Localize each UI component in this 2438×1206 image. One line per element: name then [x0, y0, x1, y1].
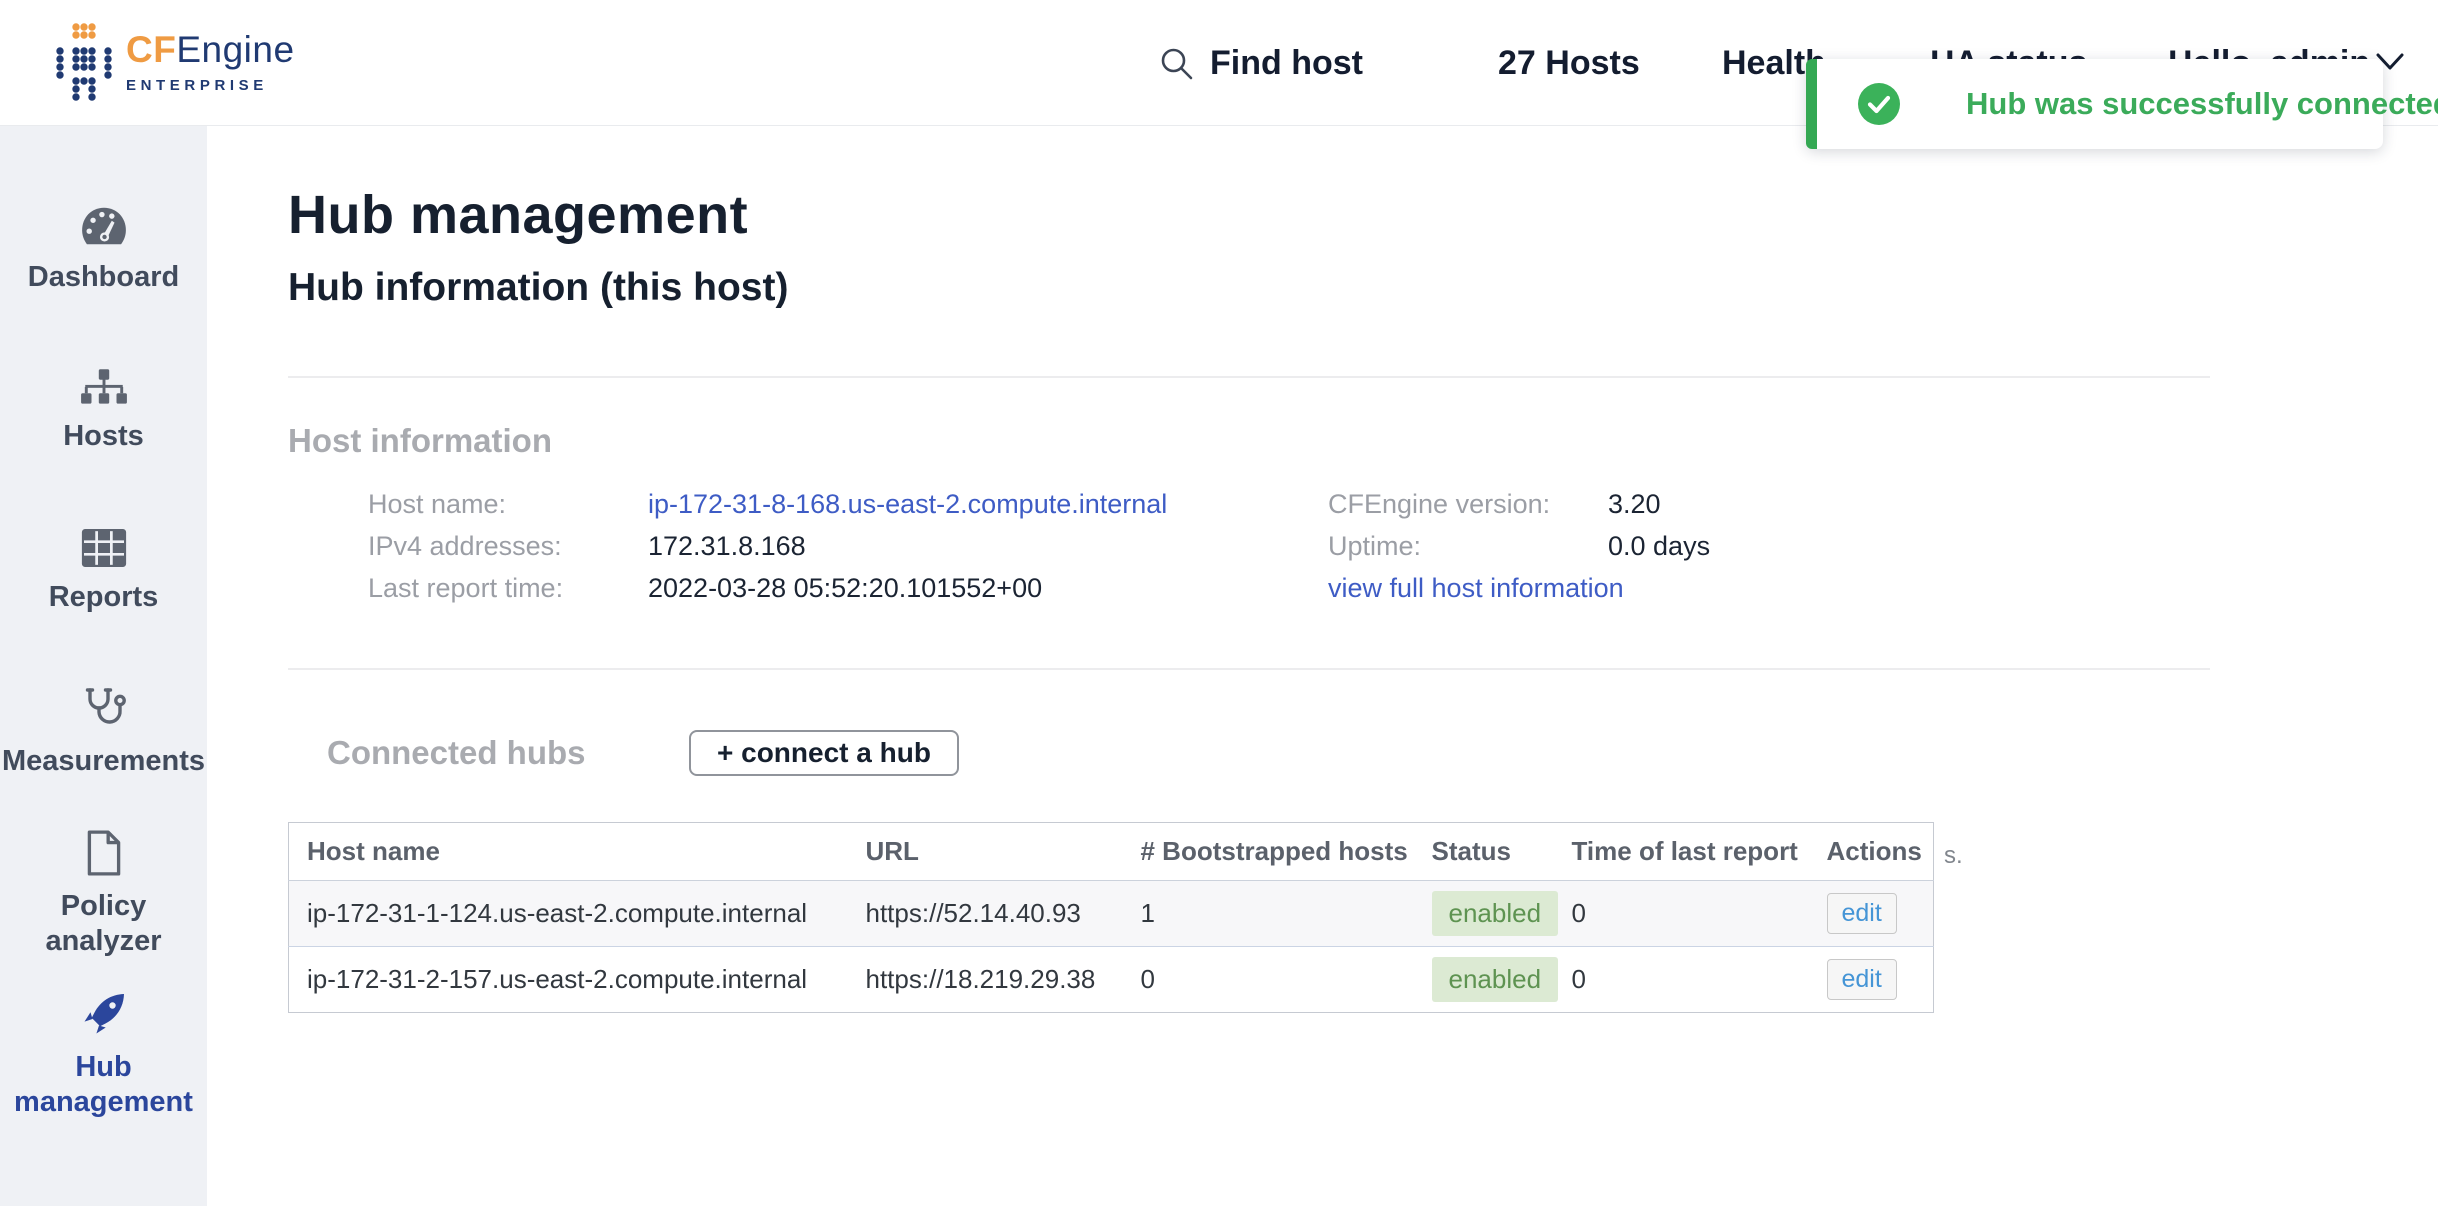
- cfengine-robot-icon: [56, 22, 112, 102]
- col-bootstrapped: # Bootstrapped hosts: [1141, 823, 1432, 881]
- find-host-label: Find host: [1210, 44, 1363, 83]
- cell-last-report: 0: [1572, 881, 1827, 947]
- cfengine-logo[interactable]: CFEngine ENTERPRISE: [56, 22, 295, 102]
- rocket-icon: [80, 990, 128, 1038]
- success-check-icon: [1858, 83, 1900, 125]
- ipv4-label: IPv4 addresses:: [368, 531, 562, 562]
- table-header-row: Host name URL # Bootstrapped hosts Statu…: [289, 823, 1934, 881]
- table-row: ip-172-31-2-157.us-east-2.compute.intern…: [289, 947, 1934, 1013]
- cell-bootstrapped: 1: [1141, 881, 1432, 947]
- divider: [288, 668, 2210, 670]
- col-last-report: Time of last report: [1572, 823, 1827, 881]
- page-title: Hub management: [288, 184, 748, 246]
- status-badge: enabled: [1432, 957, 1559, 1002]
- toast-accent-bar: [1806, 59, 1817, 149]
- cell-last-report: 0: [1572, 947, 1827, 1013]
- find-host-search[interactable]: Find host: [1160, 44, 1363, 83]
- sidebar: Dashboard Hosts: [0, 126, 207, 1206]
- col-actions: Actions: [1827, 823, 1934, 881]
- col-host-name: Host name: [289, 823, 866, 881]
- table-icon: [80, 528, 128, 568]
- sidebar-item-hosts[interactable]: Hosts: [0, 330, 207, 491]
- sidebar-item-label: Reports: [45, 580, 163, 614]
- host-information-heading: Host information: [288, 422, 552, 460]
- last-report-value: 2022-03-28 05:52:20.101552+00: [648, 573, 1042, 604]
- cell-host-name: ip-172-31-2-157.us-east-2.compute.intern…: [289, 947, 866, 1013]
- gauge-icon: [79, 204, 129, 248]
- logo-text: CFEngine ENTERPRISE: [126, 30, 295, 94]
- uptime-label: Uptime:: [1328, 531, 1421, 562]
- view-full-host-info-link[interactable]: view full host information: [1328, 573, 1624, 604]
- col-status: Status: [1432, 823, 1572, 881]
- sidebar-item-policy-analyzer[interactable]: Policy analyzer: [0, 813, 207, 974]
- connected-hubs-table: Host name URL # Bootstrapped hosts Statu…: [288, 822, 1934, 1013]
- edit-button[interactable]: edit: [1827, 959, 1897, 1000]
- sidebar-item-hub-management[interactable]: Hub management: [0, 974, 207, 1135]
- sidebar-item-measurements[interactable]: Measurements: [0, 652, 207, 813]
- file-icon: [83, 829, 125, 877]
- edit-button[interactable]: edit: [1827, 893, 1897, 934]
- cell-url: https://52.14.40.93: [866, 881, 1141, 947]
- connect-a-hub-button[interactable]: + connect a hub: [689, 730, 959, 776]
- uptime-value: 0.0 days: [1608, 531, 1710, 562]
- sidebar-item-label: Hub management: [0, 1050, 207, 1118]
- col-url: URL: [866, 823, 1141, 881]
- table-row: ip-172-31-1-124.us-east-2.compute.intern…: [289, 881, 1934, 947]
- sidebar-item-reports[interactable]: Reports: [0, 491, 207, 652]
- logo-subtitle: ENTERPRISE: [126, 77, 295, 94]
- cfengine-version-label: CFEngine version:: [1328, 489, 1550, 520]
- connected-hubs-heading: Connected hubs: [327, 734, 586, 772]
- stethoscope-icon: [80, 686, 128, 732]
- sidebar-item-label: Dashboard: [24, 260, 183, 294]
- sidebar-item-label: Hosts: [59, 419, 148, 453]
- status-badge: enabled: [1432, 891, 1559, 936]
- host-name-label: Host name:: [368, 489, 506, 520]
- logo-cf: CF: [126, 29, 176, 70]
- overflow-text-fragment: s.: [1944, 842, 1963, 870]
- divider: [288, 376, 2210, 378]
- nav-hosts-count[interactable]: 27 Hosts: [1498, 44, 1640, 83]
- toast-message: Hub was successfully connected: [1966, 86, 2438, 122]
- sidebar-item-label: Policy analyzer: [0, 889, 207, 957]
- cell-url: https://18.219.29.38: [866, 947, 1141, 1013]
- cell-bootstrapped: 0: [1141, 947, 1432, 1013]
- sitemap-icon: [79, 367, 129, 407]
- main-content: Hub management Hub information (this hos…: [207, 126, 2438, 1206]
- sidebar-item-dashboard[interactable]: Dashboard: [0, 169, 207, 330]
- cell-host-name: ip-172-31-1-124.us-east-2.compute.intern…: [289, 881, 866, 947]
- last-report-label: Last report time:: [368, 573, 563, 604]
- sidebar-item-label: Measurements: [0, 744, 209, 778]
- host-name-link[interactable]: ip-172-31-8-168.us-east-2.compute.intern…: [648, 489, 1167, 520]
- cfengine-version-value: 3.20: [1608, 489, 1661, 520]
- ipv4-value: 172.31.8.168: [648, 531, 806, 562]
- app-root: CFEngine ENTERPRISE Find host 27 Hosts H…: [0, 0, 2438, 1206]
- logo-engine: Engine: [176, 29, 294, 70]
- success-toast[interactable]: Hub was successfully connected: [1806, 59, 2383, 149]
- page-subtitle: Hub information (this host): [288, 266, 788, 310]
- search-icon: [1160, 47, 1194, 81]
